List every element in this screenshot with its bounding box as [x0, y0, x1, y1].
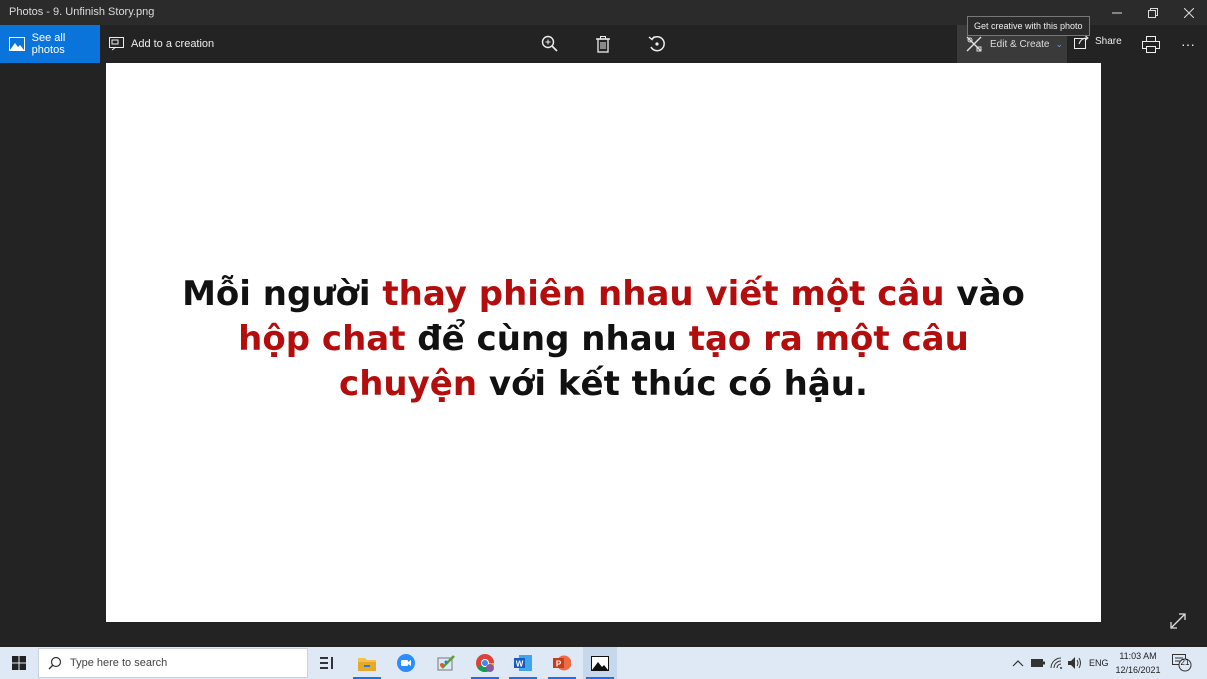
- search-icon: [48, 656, 62, 670]
- zoom-video-icon: [397, 654, 415, 672]
- powerpoint-app[interactable]: P: [545, 647, 579, 679]
- see-all-photos-label: See all photos: [31, 32, 66, 56]
- photos-icon: [9, 37, 25, 51]
- minimize-button[interactable]: [1099, 0, 1135, 25]
- chevron-up-icon: [1012, 660, 1024, 667]
- caption-text: để cùng nhau: [405, 319, 689, 359]
- delete-button[interactable]: [591, 32, 615, 56]
- taskbar-clock[interactable]: 11:03 AM 12/16/2021: [1112, 649, 1164, 677]
- photos-window: Photos - 9. Unfinish Story.png See all p…: [0, 0, 1207, 647]
- print-icon: [1142, 35, 1160, 53]
- taskbar-search[interactable]: Type here to search: [38, 648, 308, 678]
- chrome-icon: [476, 654, 494, 672]
- start-button[interactable]: [0, 647, 37, 679]
- close-button[interactable]: [1171, 0, 1207, 25]
- window-title: Photos - 9. Unfinish Story.png: [9, 6, 155, 18]
- zoom-in-icon: [541, 35, 558, 52]
- caption-text: với kết thúc có hậu.: [477, 364, 868, 404]
- edit-create-icon: [966, 36, 982, 52]
- show-hidden-icons-button[interactable]: [1012, 647, 1024, 679]
- taskbar: Type here to search W P ENG 11:03 AM 12/…: [0, 647, 1207, 679]
- action-center-button[interactable]: 21: [1172, 654, 1192, 677]
- caption-text: Mỗi người: [182, 274, 383, 314]
- trash-icon: [596, 35, 610, 53]
- clock-date: 12/16/2021: [1115, 665, 1161, 675]
- photo-canvas[interactable]: Mỗi người thay phiên nhau viết một câu v…: [106, 63, 1101, 622]
- wifi-icon: [1050, 657, 1062, 669]
- print-button[interactable]: [1139, 32, 1163, 56]
- powerpoint-icon: P: [553, 655, 571, 671]
- task-view-icon: [320, 657, 333, 669]
- search-placeholder: Type here to search: [70, 657, 168, 669]
- notification-count: 21: [1180, 658, 1190, 667]
- edit-create-label: Edit & Create: [990, 38, 1050, 50]
- language-indicator[interactable]: ENG: [1089, 647, 1109, 679]
- svg-text:P: P: [556, 660, 562, 669]
- caption-highlight: thay phiên nhau viết một câu: [382, 274, 945, 314]
- chrome-app[interactable]: [468, 647, 502, 679]
- volume-control[interactable]: [1068, 647, 1082, 679]
- file-explorer-app[interactable]: [350, 647, 384, 679]
- edit-create-tooltip: Get creative with this photo: [967, 16, 1090, 36]
- folder-icon: [358, 657, 376, 671]
- restore-button[interactable]: [1135, 0, 1171, 25]
- windows-logo-icon: [11, 656, 26, 670]
- rotate-icon: [648, 35, 665, 52]
- network-status[interactable]: [1050, 647, 1063, 679]
- see-all-photos-button[interactable]: See all photos: [0, 25, 100, 63]
- paint-brush-icon: [437, 655, 455, 671]
- word-app[interactable]: W: [506, 647, 540, 679]
- zoom-button[interactable]: [538, 32, 562, 56]
- battery-icon: [1031, 659, 1045, 667]
- paint-app[interactable]: [429, 647, 463, 679]
- word-icon: W: [514, 655, 532, 671]
- add-to-creation-label: Add to a creation: [131, 38, 215, 50]
- caption-text: vào: [944, 274, 1025, 314]
- add-to-creation-button[interactable]: Add to a creation: [109, 25, 214, 63]
- fullscreen-button[interactable]: [1168, 611, 1188, 631]
- caption-highlight: tạo ra một câu: [688, 319, 969, 359]
- caption-highlight: hộp chat: [238, 319, 406, 359]
- photos-app-icon: [591, 655, 609, 671]
- battery-status[interactable]: [1031, 647, 1045, 679]
- volume-icon: [1068, 657, 1081, 669]
- share-icon: [1074, 34, 1089, 49]
- expand-icon: [1170, 613, 1186, 629]
- more-button[interactable]: ···: [1176, 32, 1200, 56]
- clock-time: 11:03 AM: [1119, 651, 1157, 661]
- zoom-app[interactable]: [389, 647, 423, 679]
- svg-text:W: W: [516, 660, 524, 669]
- creation-icon: [109, 37, 124, 51]
- task-view-button[interactable]: [310, 647, 344, 679]
- chevron-down-icon: ⌄: [1055, 38, 1064, 49]
- share-label: Share: [1095, 36, 1122, 47]
- image-caption: Mỗi người thay phiên nhau viết một câu v…: [106, 272, 1101, 407]
- photos-app[interactable]: [583, 647, 617, 679]
- rotate-button[interactable]: [645, 32, 669, 56]
- caption-highlight: chuyện: [339, 364, 478, 404]
